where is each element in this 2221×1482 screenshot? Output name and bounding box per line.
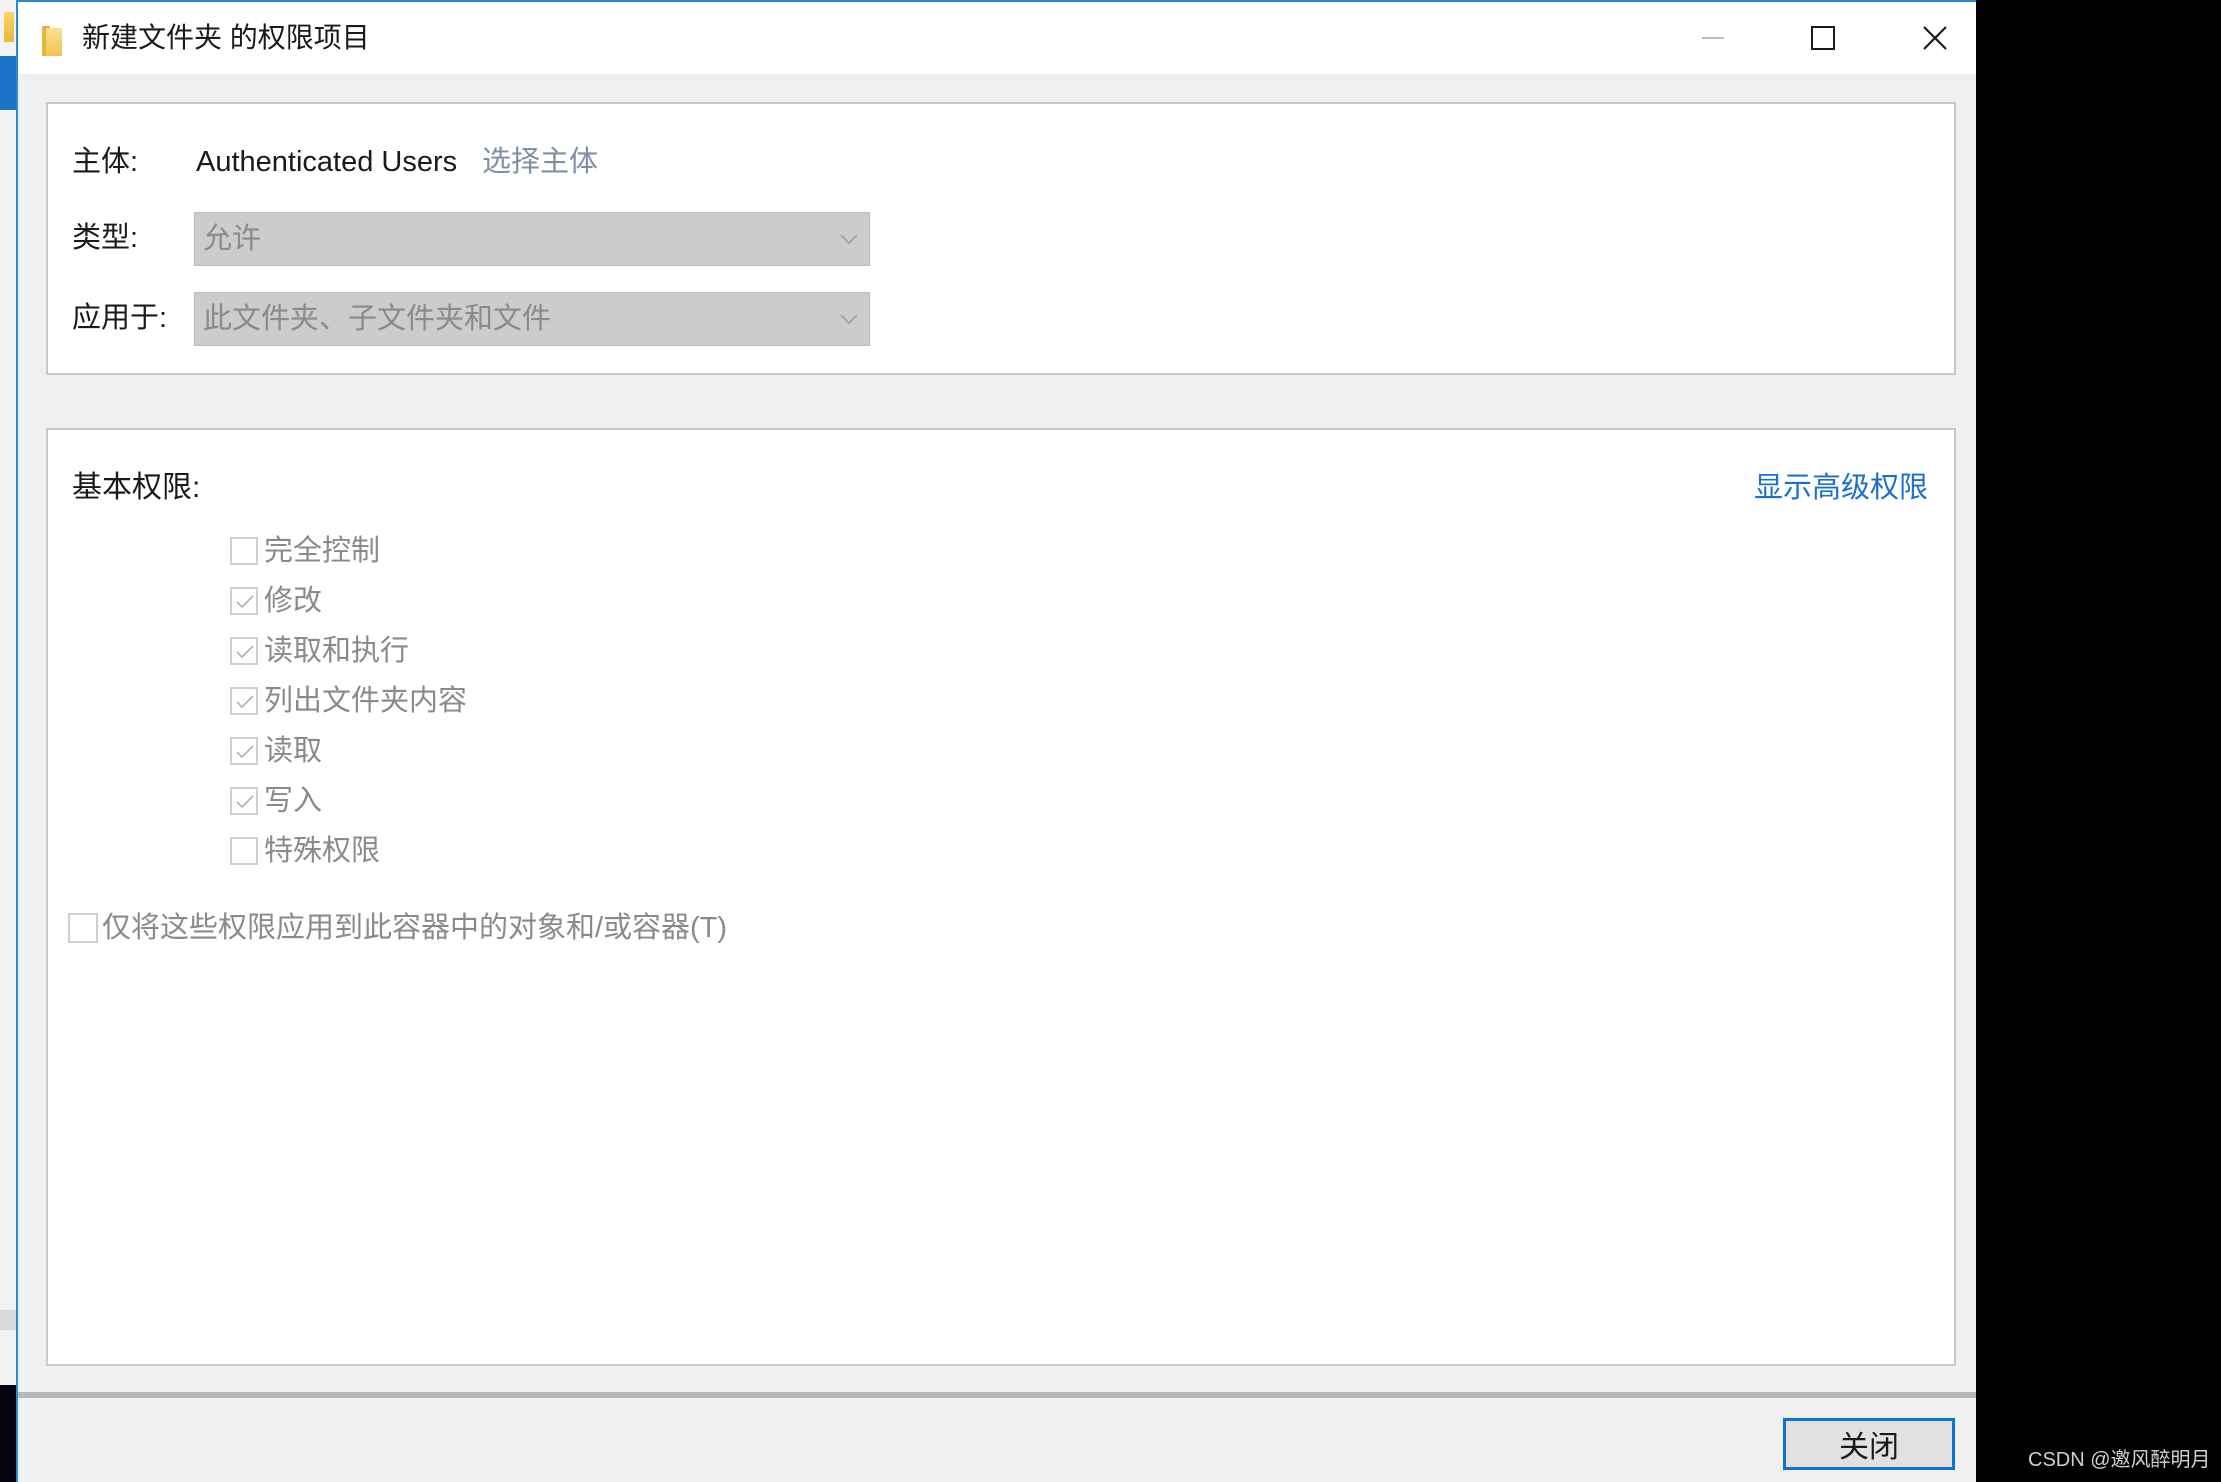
checkbox[interactable] [230,587,258,615]
chevron-down-icon [840,314,858,325]
select-principal-link[interactable]: 选择主体 [482,144,598,180]
checkbox[interactable] [230,837,258,865]
type-label: 类型: [72,222,139,254]
permission-label: 写入 [264,785,323,817]
permission-item-full-control[interactable]: 完全控制 [230,526,467,576]
checkmark-icon [236,795,254,809]
background-selected-row [0,56,16,110]
permission-item-read[interactable]: 读取 [230,726,467,776]
background-dark-area [0,1385,16,1482]
permission-item-special[interactable]: 特殊权限 [230,826,467,876]
checkbox[interactable] [230,537,258,565]
window-title: 新建文件夹 的权限项目 [82,22,370,53]
apply-only-to-container-label: 仅将这些权限应用到此容器中的对象和/或容器(T) [102,912,728,944]
checkmark-icon [236,595,254,609]
permission-label: 列出文件夹内容 [264,685,468,717]
close-button[interactable]: 关闭 [1783,1418,1955,1470]
checkbox[interactable] [68,913,98,943]
type-selected-value: 允许 [203,223,262,255]
permission-label: 修改 [264,585,323,617]
checkbox[interactable] [230,687,258,715]
applies-to-label: 应用于: [72,302,168,334]
background-window [0,0,16,1482]
permission-item-write[interactable]: 写入 [230,776,467,826]
close-window-button[interactable] [1880,2,1990,74]
permission-list: 完全控制 修改 读取和执行 列出文件夹内容 读取 写入 特殊权限 [230,526,467,876]
permission-label: 读取和执行 [264,635,410,667]
show-advanced-permissions-link[interactable]: 显示高级权限 [1754,470,1928,506]
applies-to-dropdown[interactable]: 此文件夹、子文件夹和文件 [194,292,870,346]
type-dropdown[interactable]: 允许 [194,212,870,266]
permission-label: 完全控制 [264,535,381,567]
minimize-button[interactable] [1658,2,1768,74]
background-row [0,1310,16,1330]
applies-to-selected-value: 此文件夹、子文件夹和文件 [203,303,552,335]
permission-item-read-execute[interactable]: 读取和执行 [230,626,467,676]
checkbox[interactable] [230,787,258,815]
checkbox[interactable] [230,637,258,665]
permission-label: 读取 [264,735,323,767]
permission-item-modify[interactable]: 修改 [230,576,467,626]
permission-label: 特殊权限 [264,835,381,867]
checkmark-icon [236,745,254,759]
checkmark-icon [236,695,254,709]
checkmark-icon [236,645,254,659]
footer-separator [18,1392,1976,1398]
apply-only-to-container-option[interactable]: 仅将这些权限应用到此容器中的对象和/或容器(T) [68,910,727,946]
maximize-button[interactable] [1768,2,1878,74]
principal-label: 主体: [72,146,139,178]
maximize-icon [1811,26,1835,50]
watermark: CSDN @邀风醉明月 [2028,1449,2211,1471]
chevron-down-icon [840,234,858,245]
checkbox[interactable] [230,737,258,765]
permission-item-list-folder-contents[interactable]: 列出文件夹内容 [230,676,467,726]
minimize-icon [1702,37,1724,39]
permission-entry-dialog: 新建文件夹 的权限项目 主体: Authenticated Users 选择主体… [16,0,1976,1482]
close-icon [1923,26,1947,50]
basic-permissions-title: 基本权限: [72,471,201,504]
background-folder-icon [4,12,14,42]
folder-icon [42,26,62,56]
principal-value: Authenticated Users [196,146,458,178]
basic-permissions-group: 基本权限: 显示高级权限 完全控制 修改 读取和执行 列出文件夹内容 读取 写入… [46,428,1956,1366]
title-bar[interactable]: 新建文件夹 的权限项目 [18,2,1976,74]
principal-group: 主体: Authenticated Users 选择主体 类型: 允许 应用于:… [46,102,1956,375]
